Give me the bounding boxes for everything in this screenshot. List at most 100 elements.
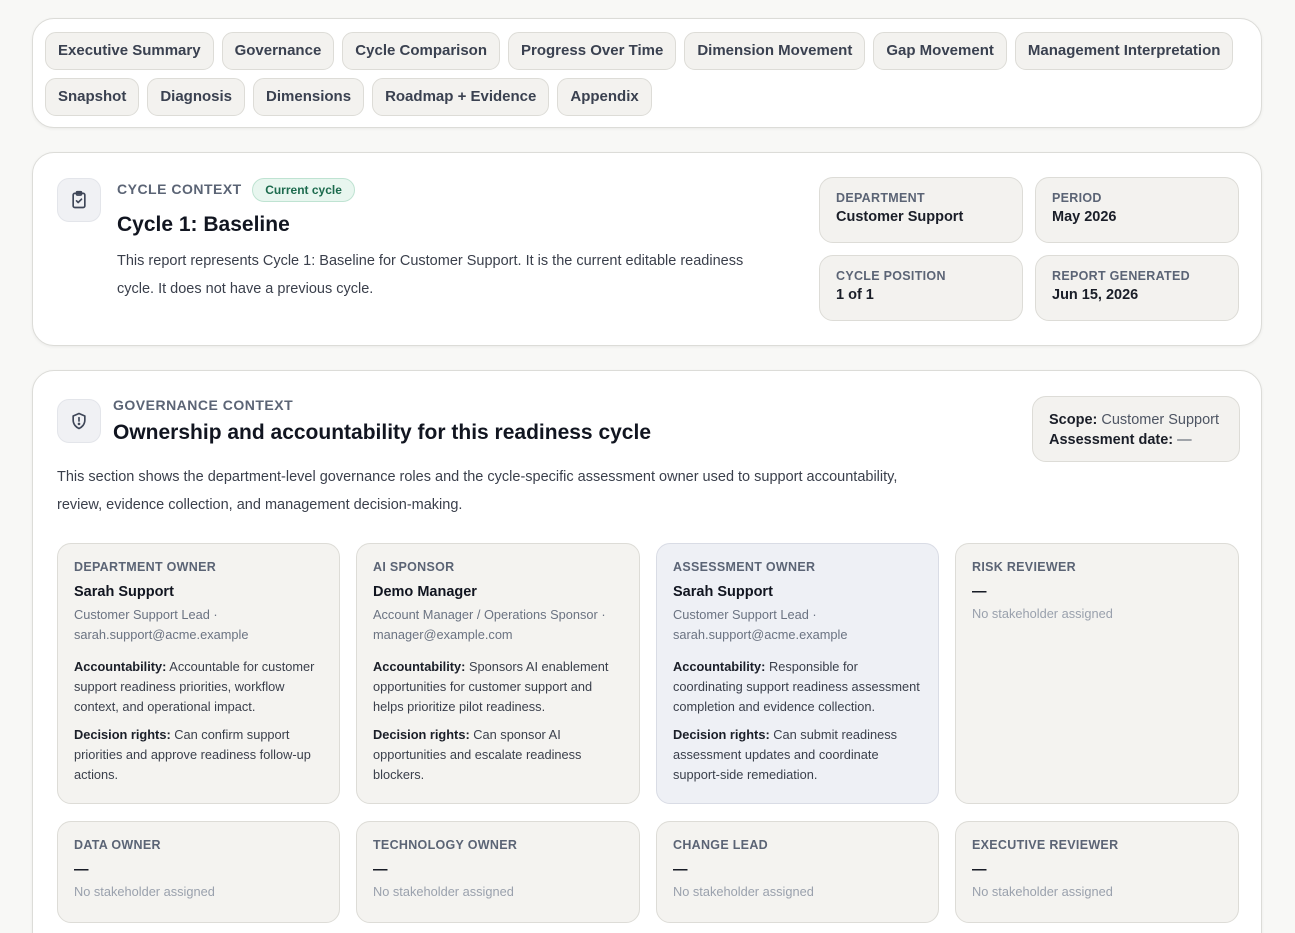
stakeholder-email[interactable]: manager@example.com <box>373 625 623 645</box>
nav-tab-executive-summary[interactable]: Executive Summary <box>45 32 214 70</box>
scope-summary-box: Scope: Customer Support Assessment date:… <box>1032 396 1240 462</box>
governance-context-card: Governance context Ownership and account… <box>32 370 1262 933</box>
meta-value: 1 of 1 <box>836 287 874 303</box>
nav-tab-roadmap-evidence[interactable]: Roadmap + Evidence <box>372 78 550 116</box>
accountability-label: Accountability: <box>373 659 466 674</box>
scope-label: Scope: <box>1049 412 1098 428</box>
stakeholder-role: Data owner <box>74 838 161 852</box>
nav-tab-snapshot[interactable]: Snapshot <box>45 78 140 116</box>
meta-department: Department Customer Support <box>819 177 1023 243</box>
nav-tab-governance[interactable]: Governance <box>221 32 335 70</box>
nav-tab-appendix[interactable]: Appendix <box>557 78 652 116</box>
stakeholder-empty-state: No stakeholder assigned <box>673 884 814 899</box>
assessment-date-line: Assessment date: — <box>1049 430 1223 450</box>
governance-description-line: review, evidence collection, and managem… <box>57 497 463 513</box>
cycle-description-line: This report represents Cycle 1: Baseline… <box>117 253 744 269</box>
meta-period: Period May 2026 <box>1035 177 1239 243</box>
stakeholder-title: Account Manager / Operations Sponsor · <box>373 607 606 622</box>
cycle-context-eyebrow: Cycle context <box>117 181 242 198</box>
nav-tab-progress-over-time[interactable]: Progress Over Time <box>508 32 677 70</box>
stakeholder-accountability: Accountability: Responsible for coordina… <box>673 657 922 717</box>
cycle-description-line: cycle. It does not have a previous cycle… <box>117 281 374 297</box>
stakeholder-title: Customer Support Lead · <box>74 607 218 622</box>
stakeholder-accountability: Accountability: Sponsors AI enablement o… <box>373 657 623 717</box>
stakeholder-decision-rights: Decision rights: Can submit readiness as… <box>673 725 922 785</box>
stakeholder-role: Technology owner <box>373 838 518 852</box>
nav-row-secondary: Snapshot Diagnosis Dimensions Roadmap + … <box>45 78 1261 116</box>
report-section-nav: Executive Summary Governance Cycle Compa… <box>32 18 1262 128</box>
stakeholder-role: Change lead <box>673 838 768 852</box>
nav-tab-management-interpretation[interactable]: Management Interpretation <box>1014 32 1234 70</box>
stakeholder-card-executive-reviewer: Executive reviewer — No stakeholder assi… <box>955 821 1239 923</box>
stakeholder-role: Risk reviewer <box>972 560 1076 574</box>
stakeholder-card-risk-reviewer: Risk reviewer — No stakeholder assigned <box>955 543 1239 804</box>
stakeholder-card-assessment-owner: Assessment owner Sarah Support Customer … <box>656 543 939 804</box>
accountability-label: Accountability: <box>74 659 167 674</box>
stakeholder-role: Executive reviewer <box>972 838 1119 852</box>
meta-cycle-position: Cycle position 1 of 1 <box>819 255 1023 321</box>
meta-label: Period <box>1052 191 1102 205</box>
stakeholder-name: — <box>673 862 688 878</box>
stakeholder-card-change-lead: Change lead — No stakeholder assigned <box>656 821 939 923</box>
stakeholder-name: Demo Manager <box>373 584 477 600</box>
current-cycle-badge: Current cycle <box>252 178 355 202</box>
stakeholder-name: Sarah Support <box>673 584 773 600</box>
meta-value: Customer Support <box>836 209 964 225</box>
stakeholder-name: — <box>972 584 987 600</box>
stakeholder-name: Sarah Support <box>74 584 174 600</box>
scope-line: Scope: Customer Support <box>1049 410 1223 430</box>
stakeholder-decision-rights: Decision rights: Can confirm support pri… <box>74 725 323 785</box>
stakeholder-empty-state: No stakeholder assigned <box>74 884 215 899</box>
shield-icon <box>57 399 101 443</box>
decision-rights-label: Decision rights: <box>74 727 171 742</box>
governance-description: This section shows the department-level … <box>57 463 1057 519</box>
nav-tab-cycle-comparison[interactable]: Cycle Comparison <box>342 32 501 70</box>
cycle-eyebrow-row: Cycle context Current cycle <box>117 178 355 202</box>
nav-row-primary: Executive Summary Governance Cycle Compa… <box>45 32 1261 70</box>
decision-rights-label: Decision rights: <box>373 727 470 742</box>
cycle-context-card: Cycle context Current cycle Cycle 1: Bas… <box>32 152 1262 346</box>
stakeholder-title: Customer Support Lead · <box>673 607 817 622</box>
stakeholder-role: AI sponsor <box>373 560 455 574</box>
meta-label: Cycle position <box>836 269 946 283</box>
nav-tab-gap-movement[interactable]: Gap Movement <box>873 32 1007 70</box>
stakeholder-email[interactable]: sarah.support@acme.example <box>74 625 323 645</box>
stakeholder-card-data-owner: Data owner — No stakeholder assigned <box>57 821 340 923</box>
governance-description-line: This section shows the department-level … <box>57 469 898 485</box>
decision-rights-label: Decision rights: <box>673 727 770 742</box>
governance-title: Ownership and accountability for this re… <box>113 421 651 444</box>
accountability-label: Accountability: <box>673 659 766 674</box>
stakeholder-contact: Customer Support Lead · sarah.support@ac… <box>673 605 922 645</box>
stakeholder-contact: Account Manager / Operations Sponsor · m… <box>373 605 623 645</box>
nav-tab-dimension-movement[interactable]: Dimension Movement <box>684 32 866 70</box>
stakeholder-contact: Customer Support Lead · sarah.support@ac… <box>74 605 323 645</box>
stakeholder-card-ai-sponsor: AI sponsor Demo Manager Account Manager … <box>356 543 640 804</box>
meta-value: May 2026 <box>1052 209 1117 225</box>
assessment-date-value: — <box>1177 432 1192 448</box>
nav-tab-dimensions[interactable]: Dimensions <box>253 78 365 116</box>
nav-tab-diagnosis[interactable]: Diagnosis <box>147 78 246 116</box>
stakeholder-empty-state: No stakeholder assigned <box>373 884 514 899</box>
stakeholder-email[interactable]: sarah.support@acme.example <box>673 625 922 645</box>
stakeholder-role: Department owner <box>74 560 217 574</box>
meta-label: Department <box>836 191 925 205</box>
scope-value: Customer Support <box>1101 412 1220 428</box>
clipboard-check-icon <box>57 178 101 222</box>
governance-eyebrow: Governance context <box>113 397 294 413</box>
meta-label: Report generated <box>1052 269 1190 283</box>
meta-report-generated: Report generated Jun 15, 2026 <box>1035 255 1239 321</box>
cycle-title: Cycle 1: Baseline <box>117 213 290 236</box>
stakeholder-name: — <box>74 862 89 878</box>
meta-value: Jun 15, 2026 <box>1052 287 1139 303</box>
stakeholder-card-department-owner: Department owner Sarah Support Customer … <box>57 543 340 804</box>
stakeholder-card-technology-owner: Technology owner — No stakeholder assign… <box>356 821 640 923</box>
stakeholder-role: Assessment owner <box>673 560 816 574</box>
stakeholder-name: — <box>373 862 388 878</box>
stakeholder-accountability: Accountability: Accountable for customer… <box>74 657 323 717</box>
assessment-date-label: Assessment date: <box>1049 432 1174 448</box>
stakeholder-empty-state: No stakeholder assigned <box>972 884 1113 899</box>
stakeholder-empty-state: No stakeholder assigned <box>972 606 1113 621</box>
cycle-description: This report represents Cycle 1: Baseline… <box>117 247 797 303</box>
stakeholder-name: — <box>972 862 987 878</box>
stakeholder-decision-rights: Decision rights: Can sponsor AI opportun… <box>373 725 623 785</box>
